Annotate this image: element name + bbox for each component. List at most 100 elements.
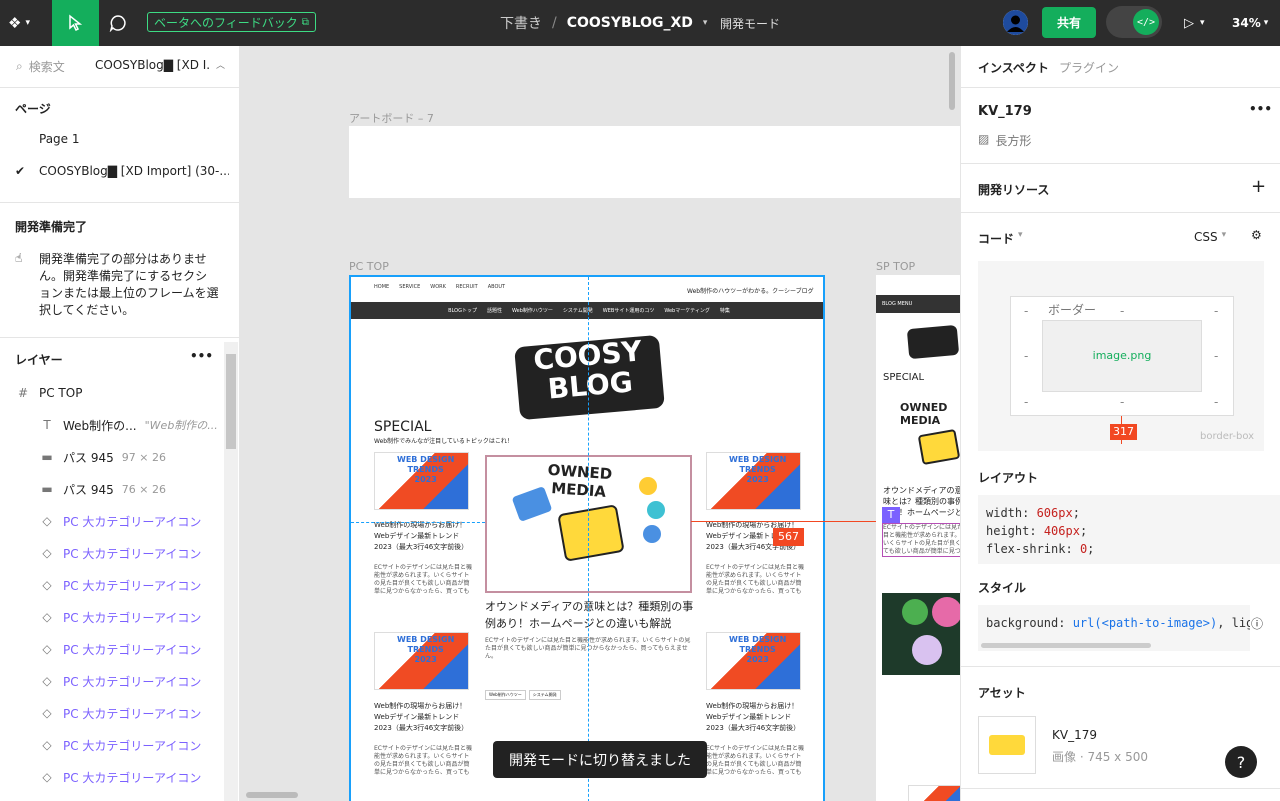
- layout-title: レイアウト: [978, 471, 1039, 485]
- sp-top-frame[interactable]: BLOG MENU SPECIAL OWNED MEDIA オウンドメディアの意…: [876, 275, 960, 801]
- layer-row[interactable]: ▬ パス 945 76 × 26: [0, 473, 222, 505]
- layer-row[interactable]: ◇ PC 大カテゴリーアイコン: [0, 537, 222, 569]
- card-title: Web制作の現場からお届け！ Webデザイン最新トレンド2023（最大3行46文…: [374, 521, 469, 551]
- trends-line: TRENDS: [739, 465, 776, 474]
- trends-text: WEB DESIGN TRENDS 2023: [729, 455, 786, 485]
- page-item-active[interactable]: COOSYBlog▇ [XD Import] (30-...: [39, 164, 229, 178]
- add-icon[interactable]: +: [1251, 176, 1266, 197]
- present-button[interactable]: ▷ ▾: [1184, 0, 1205, 46]
- page-item[interactable]: Page 1: [39, 132, 80, 146]
- layer-row[interactable]: ◇ PC 大カテゴリーアイコン: [0, 633, 222, 665]
- trends-text: WEB DESIGN TRENDS 2023: [729, 635, 786, 665]
- figma-logo-icon: ❖: [8, 14, 22, 32]
- layer-row[interactable]: ◇ PC 大カテゴリーアイコン: [0, 601, 222, 633]
- bubble-shape: [647, 501, 665, 519]
- code-language-select[interactable]: CSS ▾: [1194, 230, 1226, 244]
- move-tool-button[interactable]: [52, 0, 99, 46]
- layer-row[interactable]: T Web制作の... "Web制作の...: [0, 409, 222, 441]
- check-icon: ✔: [15, 164, 26, 178]
- trends-line: 2023: [414, 475, 437, 484]
- padding-value: -: [1024, 304, 1029, 318]
- chevron-down-icon: ▾: [1018, 230, 1023, 240]
- code-hscrollbar[interactable]: [981, 643, 1151, 648]
- layer-row[interactable]: ◇ PC 大カテゴリーアイコン: [0, 761, 222, 793]
- pc-top-label[interactable]: PC TOP: [349, 260, 389, 273]
- css-prop: background: [986, 616, 1059, 630]
- beta-feedback-button[interactable]: ベータへのフィードバック ⧉: [147, 12, 316, 32]
- card-thumbnail: WEB DESIGN TRENDS 2023: [374, 452, 469, 510]
- canvas-hscrollbar[interactable]: [246, 792, 298, 798]
- artboard-7[interactable]: [349, 126, 960, 198]
- sp-card-thumbnail: [908, 785, 960, 801]
- nav-item: ABOUT: [487, 284, 506, 290]
- trends-line: 2023: [746, 475, 769, 484]
- title-separator: /: [552, 15, 557, 31]
- share-button[interactable]: 共有: [1042, 7, 1096, 38]
- sticker-shape: [932, 597, 960, 627]
- canvas[interactable]: アートボード – 7 PC TOP SP TOP HOME SERVICE WO…: [240, 46, 960, 801]
- path-icon: ▬: [41, 482, 53, 496]
- layer-row[interactable]: ▬ パス 945 97 × 26: [0, 441, 222, 473]
- share-label: 共有: [1056, 16, 1081, 30]
- padding-value: -: [1120, 304, 1125, 318]
- settings-sliders-icon[interactable]: ⚙: [1251, 228, 1262, 242]
- feature-tags: Web制作ハウツー システム開発: [485, 690, 561, 700]
- help-button[interactable]: ?: [1225, 746, 1257, 778]
- scrollbar-thumb[interactable]: [226, 354, 236, 449]
- tab-plugins[interactable]: プラグイン: [1059, 59, 1119, 76]
- asset-thumbnail[interactable]: [978, 716, 1036, 774]
- layer-row[interactable]: ◇ PC 大カテゴリーアイコン: [0, 729, 222, 761]
- layer-name: Web制作の...: [63, 418, 137, 433]
- zoom-menu[interactable]: 34% ▾: [1232, 0, 1268, 46]
- layer-name: PC 大カテゴリーアイコン: [63, 674, 202, 689]
- avatar[interactable]: [1003, 10, 1028, 35]
- page-switcher[interactable]: COOSYBlog▇ [XD I... ︿: [95, 58, 225, 72]
- more-icon[interactable]: •••: [190, 349, 213, 363]
- divider: [0, 87, 240, 88]
- nav-item: SERVICE: [399, 284, 421, 290]
- layer-name: PC 大カテゴリーアイコン: [63, 770, 202, 785]
- sp-top-label[interactable]: SP TOP: [876, 260, 915, 273]
- nav-item: RECRUIT: [455, 284, 478, 290]
- layout-code[interactable]: width: 606px; height: 406px; flex-shrink…: [978, 495, 1280, 564]
- tab-inspect[interactable]: インスペクト: [978, 59, 1049, 76]
- css-prop: flex-shrink: [986, 542, 1066, 556]
- layer-row[interactable]: ◇ PC 大カテゴリーアイコン: [0, 697, 222, 729]
- sp-special-heading: SPECIAL: [883, 372, 925, 383]
- component-instance-icon: ◇: [42, 706, 52, 720]
- owned-media-text: OWNED MEDIA: [546, 461, 613, 501]
- component-instance-icon: ◇: [42, 770, 52, 784]
- more-icon[interactable]: •••: [1249, 102, 1272, 116]
- search-box[interactable]: ⌕ 検索文: [16, 58, 65, 75]
- sp-kv-image: OWNED MEDIA: [890, 397, 960, 479]
- guide-line: [351, 522, 485, 523]
- info-icon[interactable]: ⓘ: [1251, 615, 1263, 632]
- image-label: image.png: [1092, 349, 1152, 362]
- layer-row[interactable]: ◇ PC 大カテゴリーアイコン: [0, 665, 222, 697]
- comment-tool-button[interactable]: [104, 0, 132, 46]
- border-box-label: border-box: [1200, 431, 1255, 442]
- figma-menu-button[interactable]: ❖ ▾: [8, 0, 46, 46]
- divider: [961, 87, 1280, 88]
- tag: Web制作ハウツー: [485, 690, 526, 700]
- pc-top-frame[interactable]: HOME SERVICE WORK RECRUIT ABOUT Web制作のハウ…: [349, 275, 825, 801]
- artboard-label[interactable]: アートボード – 7: [349, 110, 434, 126]
- sp-mascot-shape: [917, 428, 960, 466]
- canvas-vscrollbar[interactable]: [949, 52, 955, 110]
- draft-label: 下書き: [500, 16, 542, 32]
- file-title[interactable]: 下書き / COOSYBLOG_XD ▾: [500, 0, 707, 46]
- sp-selected-text[interactable]: ECサイトのデザインには見た目と機能性が求められます。いくらサイトの見た目が良く…: [882, 523, 960, 557]
- layers-scrollbar[interactable]: [224, 342, 238, 801]
- asset-preview-shape: [989, 735, 1025, 755]
- sticker-shape: [902, 599, 928, 625]
- dev-mode-toggle[interactable]: </>: [1106, 6, 1162, 38]
- code-menu[interactable]: コード ▾: [978, 230, 1023, 247]
- menu-item: 話題性: [487, 308, 503, 314]
- layer-row[interactable]: ◇ PC 大カテゴリーアイコン: [0, 505, 222, 537]
- layer-name: パス 945: [63, 450, 114, 465]
- css-value: 606px: [1036, 506, 1073, 520]
- layer-row[interactable]: ◇ PC 大カテゴリーアイコン: [0, 569, 222, 601]
- layer-row[interactable]: # PC TOP: [0, 377, 222, 409]
- style-title: スタイル: [978, 581, 1027, 595]
- component-instance-icon: ◇: [42, 610, 52, 624]
